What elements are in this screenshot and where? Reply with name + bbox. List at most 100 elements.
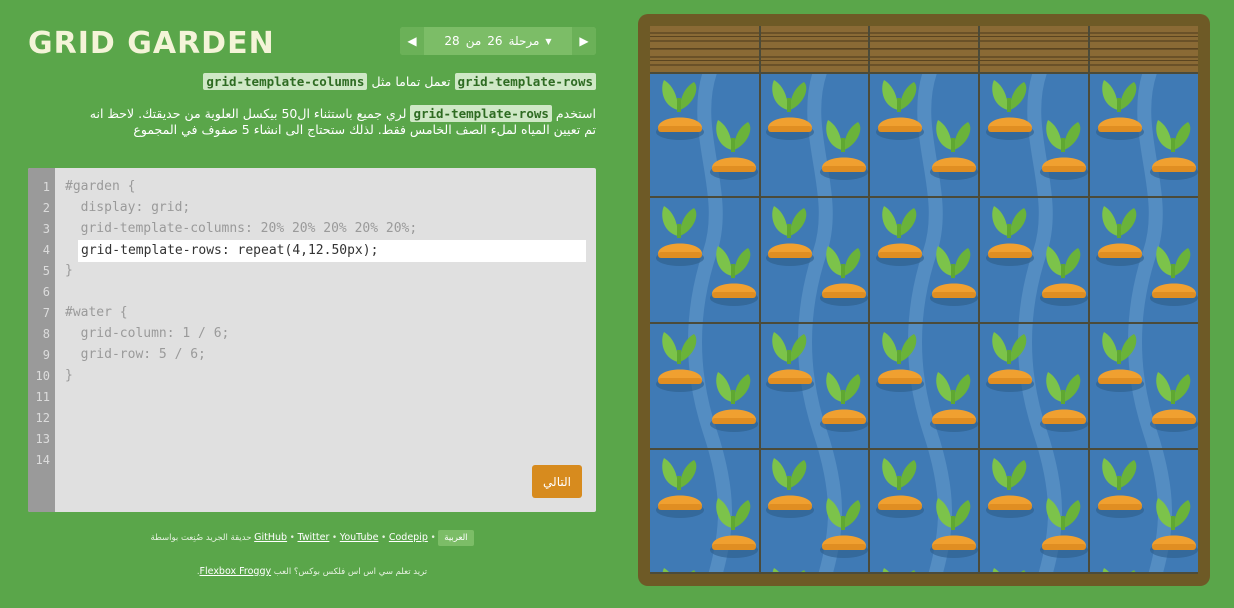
line-number: 10: [35, 369, 50, 383]
next-button[interactable]: التالي: [532, 465, 582, 498]
css-input-field[interactable]: grid-template-rows: repeat(4,12.50px);: [78, 240, 586, 262]
carrot-sprite: [710, 246, 758, 306]
line-number: 7: [42, 306, 50, 320]
carrot-sprite: [986, 458, 1034, 518]
carrot-sprite: [930, 372, 978, 432]
code-line: #water {: [65, 305, 128, 320]
grid-line: [650, 60, 1198, 61]
code-line: }: [65, 263, 73, 278]
carrot-sprite: [710, 372, 758, 432]
code-line: grid-template-columns: 20% 20% 20% 20% 2…: [65, 221, 418, 236]
code-line: display: grid;: [65, 200, 191, 215]
instructions-panel: GRID GARDEN ◀ ▼ مرحلة 26 من 28 ▶ grid-te…: [28, 0, 596, 608]
line-number: 13: [35, 432, 50, 446]
language-button[interactable]: العربية: [438, 530, 474, 546]
footer-promo: تريد تعلم سي اس اس فلكس بوكس؟ العب Flexb…: [28, 566, 596, 577]
carrot-sprite: [1096, 80, 1144, 140]
carrot-sprite: [1150, 498, 1198, 558]
carrot-sprite: [656, 80, 704, 140]
carrot-sprite: [1150, 120, 1198, 180]
carrot-sprite: [766, 80, 814, 140]
code-line: grid-column: 1 / 6;: [65, 326, 230, 341]
code-highlight: grid-template-rows: [454, 73, 596, 90]
carrot-sprite: [986, 80, 1034, 140]
carrot-sprite: [656, 332, 704, 392]
carrot-sprite: [766, 206, 814, 266]
footer-links: العربية • GitHub • Twitter • YouTube • C…: [28, 530, 596, 546]
carrot-sprite: [656, 458, 704, 518]
dirt-row: [650, 26, 1198, 72]
twitter-link[interactable]: Twitter: [298, 532, 330, 543]
next-level-button[interactable]: ▶: [572, 27, 596, 55]
prev-arrow-icon: ◀: [407, 34, 417, 48]
grid-line: [759, 26, 761, 574]
carrot-sprite: [820, 120, 868, 180]
css-input-value: grid-template-rows: repeat(4,12.50px);: [81, 243, 379, 258]
line-number: 3: [42, 222, 50, 236]
instruction-text: تعمل تماما مثل: [371, 74, 451, 89]
credit-text: حديقة الجريد صُنِعت بواسطة: [150, 533, 252, 543]
prev-level-button[interactable]: ◀: [400, 27, 424, 55]
carrot-sprite: [930, 498, 978, 558]
carrot-sprite: [710, 498, 758, 558]
carrot-sprite: [1040, 246, 1088, 306]
carrot-sprite: [766, 458, 814, 518]
line-number: 14: [35, 453, 50, 467]
code-editor: 1 2 3 4 5 6 7 8 9 10 11 12 13 14 #garden…: [28, 168, 596, 512]
codepip-link[interactable]: Codepip: [389, 532, 428, 543]
grid-line: [650, 572, 1198, 574]
carrot-sprite: [930, 120, 978, 180]
carrot-sprite: [766, 332, 814, 392]
code-highlight: grid-template-rows: [410, 105, 552, 122]
carrot-sprite: [1040, 498, 1088, 558]
instruction-line-2: استخدم grid-template-rows لري جميع باستث…: [28, 105, 596, 138]
line-number: 5: [42, 264, 50, 278]
carrot-sprite: [1040, 120, 1088, 180]
carrot-sprite: [986, 332, 1034, 392]
line-number: 12: [35, 411, 50, 425]
carrot-sprite: [986, 206, 1034, 266]
carrot-sprite: [1150, 246, 1198, 306]
grid-line: [650, 48, 1198, 49]
instruction-prefix: استخدم: [555, 106, 596, 121]
carrot-sprite: [876, 206, 924, 266]
promo-text: تريد تعلم سي اس اس فلكس بوكس؟ العب: [273, 567, 428, 577]
carrot-sprite: [876, 332, 924, 392]
grid-line: [978, 26, 980, 574]
code-line: }: [65, 368, 73, 383]
carrot-sprite: [820, 246, 868, 306]
code-line: #garden {: [65, 179, 136, 194]
carrot-sprite: [876, 80, 924, 140]
grid-line: [650, 72, 1198, 74]
grid-line: [650, 322, 1198, 324]
grid-line: [650, 36, 1198, 37]
flexbox-froggy-link[interactable]: Flexbox Froggy: [200, 566, 272, 577]
line-number: 4: [42, 243, 50, 257]
carrot-sprite: [1150, 372, 1198, 432]
level-label: مرحلة: [508, 34, 540, 48]
instruction-text: لري جميع باستثناء ال50 بيكسل العلوية من …: [89, 106, 407, 121]
instruction-text: تم تعيين المياه لملء الصف الخامس فقط. لذ…: [133, 122, 596, 137]
line-number: 2: [42, 201, 50, 215]
line-number: 11: [35, 390, 50, 404]
level-current: 26: [487, 34, 503, 48]
level-indicator[interactable]: ▼ مرحلة 26 من 28: [424, 27, 572, 55]
carrot-sprite: [820, 372, 868, 432]
line-number-gutter: 1 2 3 4 5 6 7 8 9 10 11 12 13 14: [28, 168, 55, 512]
line-number: 6: [42, 285, 50, 299]
garden-board: [650, 26, 1198, 574]
code-highlight: grid-template-columns: [203, 73, 368, 90]
instruction-line-1: grid-template-rows تعمل تماما مثل grid-t…: [28, 73, 596, 90]
line-number: 9: [42, 348, 50, 362]
carrot-sprite: [820, 498, 868, 558]
level-of: من: [465, 34, 482, 48]
carrot-sprite: [1096, 458, 1144, 518]
app-title: GRID GARDEN: [28, 26, 275, 61]
grid-line: [650, 448, 1198, 450]
level-navigation: ◀ ▼ مرحلة 26 من 28 ▶: [400, 27, 596, 55]
code-line: grid-row: 5 / 6;: [65, 347, 206, 362]
youtube-link[interactable]: YouTube: [340, 532, 379, 543]
github-link[interactable]: GitHub: [254, 532, 287, 543]
carrot-sprite: [1096, 206, 1144, 266]
carrot-sprite: [1040, 372, 1088, 432]
